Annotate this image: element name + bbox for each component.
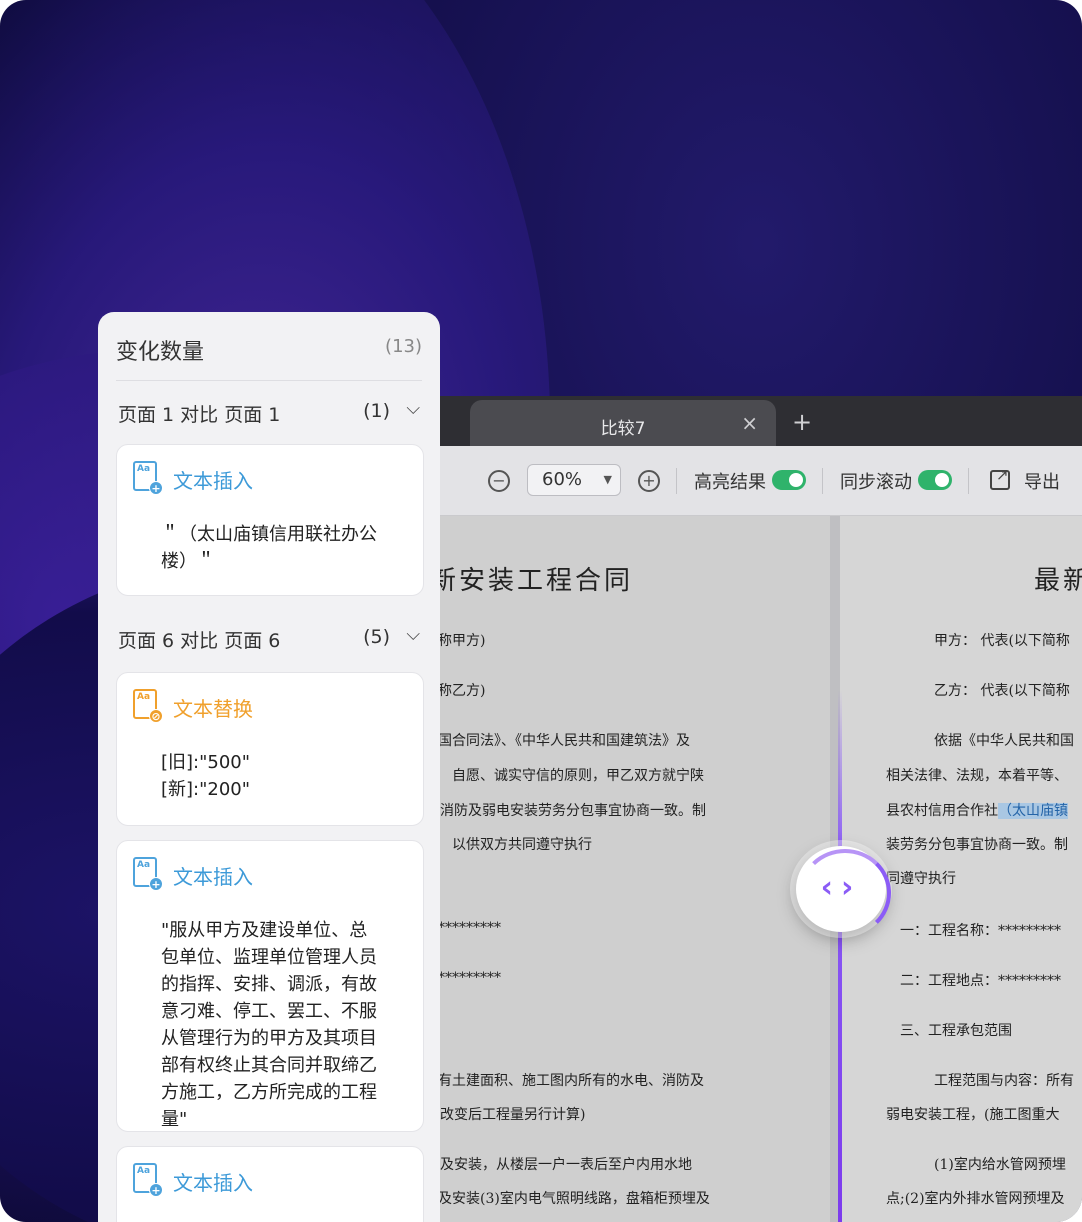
add-tab-icon[interactable]: + (792, 408, 812, 436)
change-type: 文本插入 (173, 1171, 253, 1195)
doc-line: 二：工程地点：********* (900, 973, 1061, 989)
change-card[interactable]: Aa + 文本插入 (116, 1146, 424, 1222)
doc-line: 以供双方共同遵守执行 (452, 837, 592, 853)
text-insert-icon: Aa + (133, 461, 163, 495)
toolbar-divider (676, 468, 677, 494)
badge-icon: + (149, 877, 163, 891)
change-new-value: [新]:"200" (161, 779, 251, 800)
text-replace-icon: Aa ⊘ (133, 689, 163, 723)
doc-line: 点;(2)室内外排水管网预埋及 (886, 1191, 1065, 1207)
highlight-results-toggle[interactable] (772, 470, 806, 490)
doc-text: 县农村信用合作社 (886, 803, 998, 819)
changes-count: (13) (385, 336, 422, 357)
doc-line: 消防及弱电安装劳务分包事宜协商一致。制 (440, 803, 706, 819)
zoom-select[interactable]: 60% ▼ (527, 464, 621, 496)
badge-icon: ⊘ (149, 709, 163, 723)
chevron-down-icon[interactable]: ⌵ (406, 398, 420, 419)
compare-slider-handle[interactable]: ‹› (796, 846, 891, 937)
doc-line: 称乙方) (438, 683, 486, 699)
doc-line: 依据《中华人民共和国 (934, 733, 1074, 749)
close-icon[interactable]: × (741, 411, 758, 435)
zoom-out-icon[interactable]: − (488, 470, 510, 492)
doc-line: 及安装(3)室内电气照明线路，盘箱柜预埋及 (438, 1191, 710, 1207)
doc-line: 国合同法》、《中华人民共和国建筑法》及 (438, 733, 690, 749)
group-label: 页面 6 对比 页面 6 (118, 630, 281, 652)
doc-title: 最新 (1034, 566, 1082, 596)
doc-line: 同遵守执行 (886, 871, 956, 887)
chevron-down-icon: ▼ (603, 473, 612, 486)
chevrons-left-right-icon: ‹› (820, 870, 862, 905)
change-old-value: [旧]:"500" (161, 752, 251, 773)
text-insert-icon: Aa + (133, 857, 163, 891)
export-button[interactable]: 导出 (1024, 468, 1060, 494)
doc-line: 有土建面积、施工图内所有的水电、消防及 (438, 1073, 704, 1089)
panel-divider (116, 380, 422, 381)
group-count: (5) (363, 626, 390, 648)
change-text: ＂（太山庙镇信用联社办公楼）＂ (161, 524, 377, 572)
doc-line: ********* (438, 970, 501, 986)
group-header-page-1[interactable]: 页面 1 对比 页面 1 (1) ⌵ (118, 398, 420, 427)
changes-panel: 变化数量 (13) 页面 1 对比 页面 1 (1) ⌵ Aa + 文本插入 ＂（… (98, 312, 440, 1222)
tab-title: 比较7 (600, 419, 646, 439)
sync-scroll-label: 同步滚动 (840, 472, 912, 493)
zoom-in-icon[interactable]: + (638, 470, 660, 492)
doc-line: 三、工程承包范围 (900, 1023, 1012, 1039)
zoom-value: 60% (542, 469, 583, 490)
toolbar-divider (968, 468, 969, 494)
change-card[interactable]: Aa + 文本插入 "服从甲方及建设单位、总包单位、监理单位管理人员的指挥、安排、… (116, 840, 424, 1132)
doc-line: 县农村信用合作社（太山庙镇 (886, 800, 1068, 820)
change-type: 文本插入 (173, 865, 253, 889)
change-card[interactable]: Aa ⊘ 文本替换 [旧]:"500" [新]:"200" (116, 672, 424, 826)
doc-line: 装劳务分包事宜协商一致。制 (886, 837, 1068, 853)
change-type: 文本替换 (173, 697, 253, 721)
panel-title: 变化数量 (116, 340, 205, 365)
diff-highlight[interactable]: （太山庙镇 (998, 803, 1068, 819)
doc-line: 自愿、诚实守信的原则，甲乙双方就宁陕 (452, 768, 704, 784)
text-insert-icon: Aa + (133, 1163, 163, 1197)
doc-line: 工程范围与内容：所有 (934, 1073, 1074, 1089)
doc-line: 弱电安装工程，(施工图重大 (886, 1107, 1060, 1123)
toolbar-divider (822, 468, 823, 494)
doc-line: 甲方： 代表(以下简称 (934, 633, 1070, 649)
chevron-down-icon[interactable]: ⌵ (406, 624, 420, 645)
change-text: "服从甲方及建设单位、总包单位、监理单位管理人员的指挥、安排、调派，有故意刁难、… (161, 920, 377, 1130)
doc-line: 乙方： 代表(以下简称 (934, 683, 1070, 699)
doc-line: ********* (438, 920, 501, 936)
export-icon[interactable] (990, 466, 1010, 490)
tab-compare[interactable]: 比较7 × (470, 400, 776, 446)
doc-line: 改变后工程量另行计算) (440, 1107, 586, 1123)
sync-scroll-toggle[interactable] (918, 470, 952, 490)
doc-line: 称甲方) (438, 633, 486, 649)
change-card[interactable]: Aa + 文本插入 ＂（太山庙镇信用联社办公楼）＂ (116, 444, 424, 596)
doc-line: (1)室内给水管网预埋 (934, 1157, 1066, 1173)
badge-icon: + (149, 481, 163, 495)
doc-line: 一：工程名称：********* (900, 923, 1061, 939)
doc-title: 新安装工程合同 (430, 566, 634, 596)
group-label: 页面 1 对比 页面 1 (118, 404, 281, 426)
group-count: (1) (363, 400, 390, 422)
group-header-page-6[interactable]: 页面 6 对比 页面 6 (5) ⌵ (118, 624, 420, 653)
change-type: 文本插入 (173, 469, 253, 493)
background-frame: 比较7 × + − 60% ▼ + 高亮结果 同步滚动 导出 新安装工程合同 称… (0, 0, 1082, 1222)
compare-slider-line[interactable] (838, 690, 842, 1222)
badge-icon: + (149, 1183, 163, 1197)
doc-line: 相关法律、法规，本着平等、 (886, 768, 1068, 784)
highlight-results-label: 高亮结果 (694, 472, 766, 493)
doc-line: 及安装，从楼层一户一表后至户内用水地 (440, 1157, 692, 1173)
